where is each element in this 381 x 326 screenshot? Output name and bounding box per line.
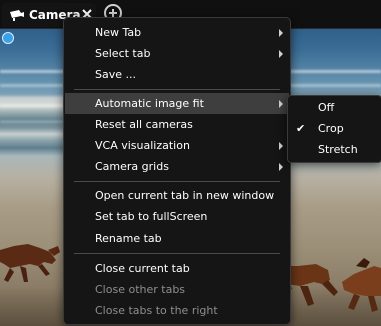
app-root: Camera New Tab Select tab Save ... Autom… — [0, 0, 381, 326]
menu-item-close-other-tabs: Close other tabs — [65, 279, 289, 300]
menu-item-reset-all-cameras[interactable]: Reset all cameras — [65, 114, 289, 135]
submenu-arrow-icon — [279, 29, 283, 37]
menu-item-label: Close current tab — [95, 262, 190, 275]
image-fit-submenu: Off ✔ Crop Stretch — [287, 95, 381, 163]
menu-item-select-tab[interactable]: Select tab — [65, 43, 289, 64]
menu-item-label: Open current tab in new window — [95, 189, 275, 202]
menu-item-label: Select tab — [95, 47, 151, 60]
submenu-item-label: Off — [318, 101, 335, 114]
submenu-item-label: Crop — [318, 122, 344, 135]
menu-item-camera-grids[interactable]: Camera grids — [65, 156, 289, 177]
menu-separator — [74, 181, 280, 182]
checkmark-icon: ✔ — [296, 122, 306, 135]
menu-separator — [74, 89, 280, 90]
menu-item-label: Rename tab — [95, 232, 162, 245]
submenu-arrow-icon — [279, 163, 283, 171]
menu-item-close-tabs-right: Close tabs to the right — [65, 300, 289, 321]
submenu-item-off[interactable]: Off — [289, 97, 380, 118]
submenu-arrow-icon — [279, 142, 283, 150]
menu-item-label: Reset all cameras — [95, 118, 193, 131]
horse-left-image — [0, 244, 60, 282]
menu-item-label: New Tab — [95, 26, 142, 39]
submenu-item-label: Stretch — [318, 143, 358, 156]
menu-item-rename-tab[interactable]: Rename tab — [65, 228, 289, 249]
menu-item-save[interactable]: Save ... — [65, 64, 289, 85]
status-indicator-icon — [2, 32, 14, 44]
submenu-arrow-icon — [279, 100, 283, 108]
menu-item-label: Camera grids — [95, 160, 169, 173]
submenu-item-crop[interactable]: ✔ Crop — [289, 118, 380, 139]
menu-item-label: Automatic image fit — [95, 97, 204, 110]
menu-item-open-in-new-window[interactable]: Open current tab in new window — [65, 185, 289, 206]
submenu-item-stretch[interactable]: Stretch — [289, 139, 380, 160]
camera-icon — [8, 6, 26, 24]
menu-item-label: Close tabs to the right — [95, 304, 218, 317]
menu-item-label: VCA visualization — [95, 139, 190, 152]
menu-item-label: Set tab to fullScreen — [95, 210, 208, 223]
menu-item-automatic-image-fit[interactable]: Automatic image fit — [65, 93, 289, 114]
menu-item-label: Save ... — [95, 68, 136, 81]
menu-item-close-current-tab[interactable]: Close current tab — [65, 258, 289, 279]
context-menu: New Tab Select tab Save ... Automatic im… — [63, 17, 291, 325]
menu-item-label: Close other tabs — [95, 283, 186, 296]
menu-item-vca-visualization[interactable]: VCA visualization — [65, 135, 289, 156]
menu-item-set-fullscreen[interactable]: Set tab to fullScreen — [65, 206, 289, 227]
menu-separator — [74, 253, 280, 254]
submenu-arrow-icon — [279, 50, 283, 58]
menu-item-new-tab[interactable]: New Tab — [65, 22, 289, 43]
